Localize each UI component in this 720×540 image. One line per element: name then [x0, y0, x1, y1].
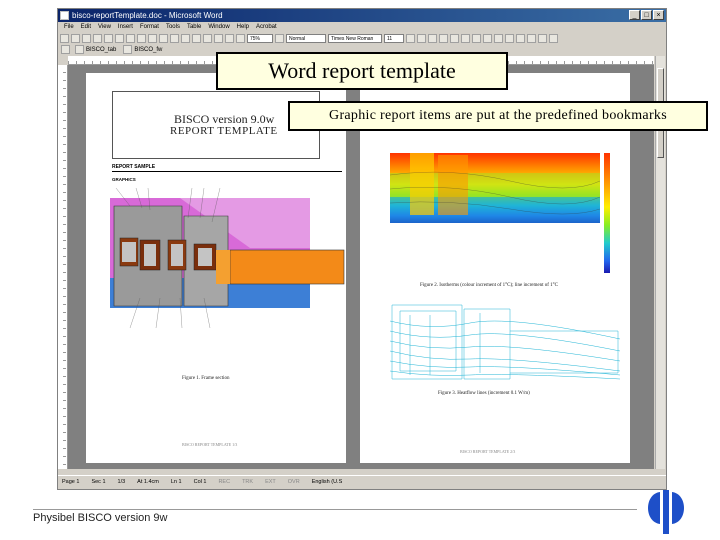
font-select[interactable]: Times New Roman: [328, 33, 382, 43]
isotherm-figure: [390, 153, 610, 273]
help-icon[interactable]: [275, 33, 284, 43]
align-right-icon[interactable]: [461, 33, 470, 43]
graphics-heading: GRAPHICS: [112, 177, 136, 182]
page1-footer: BISCO REPORT TEMPLATE 1/3: [182, 442, 238, 447]
report-title-line2: REPORT TEMPLATE: [170, 125, 278, 137]
heatflow-figure: [390, 301, 620, 385]
bisco-fw-icon: [123, 45, 133, 54]
page-2: Figure 2. Isotherms (colour increment of…: [360, 73, 630, 463]
maximize-icon[interactable]: □: [641, 10, 652, 20]
figure3-caption: Figure 3. Heatflow lines (increment 0.1 …: [438, 391, 530, 396]
table-icon[interactable]: [192, 33, 201, 43]
border-icon[interactable]: [527, 33, 536, 43]
menu-format[interactable]: Format: [140, 22, 159, 32]
menu-file[interactable]: File: [64, 22, 74, 32]
status-lang: English (U.S: [311, 479, 343, 485]
heading-rule: [112, 171, 342, 172]
spelling-icon[interactable]: [115, 33, 124, 43]
page-1: BISCO version 9.0w REPORT TEMPLATE REPOR…: [86, 73, 346, 463]
bisco-fw-button[interactable]: BISCO_fw: [121, 45, 164, 54]
status-bar: Page 1 Sec 1 1/3 At 1.4cm Ln 1 Col 1 REC…: [58, 475, 666, 487]
paste-icon[interactable]: [148, 33, 157, 43]
drawing-icon[interactable]: [225, 33, 234, 43]
indent-icon[interactable]: [516, 33, 525, 43]
menu-window[interactable]: Window: [208, 22, 229, 32]
new-icon[interactable]: [60, 33, 69, 43]
menu-insert[interactable]: Insert: [118, 22, 133, 32]
copy-icon[interactable]: [137, 33, 146, 43]
highlight-icon[interactable]: [538, 33, 547, 43]
status-ovr[interactable]: OVR: [288, 476, 300, 487]
menu-help[interactable]: Help: [237, 22, 249, 32]
style-select[interactable]: Normal: [286, 33, 326, 43]
align-center-icon[interactable]: [450, 33, 459, 43]
slide-footer: Physibel BISCO version 9w: [33, 512, 168, 524]
show-hide-icon[interactable]: [236, 33, 245, 43]
minimize-icon[interactable]: _: [629, 10, 640, 20]
menu-acrobat[interactable]: Acrobat: [256, 22, 277, 32]
print-icon[interactable]: [93, 33, 102, 43]
report-sample-heading: REPORT SAMPLE: [112, 164, 156, 170]
menu-bar: File Edit View Insert Format Tools Table…: [58, 22, 666, 32]
close-icon[interactable]: ×: [653, 10, 664, 20]
window-title: bisco-reportTemplate.doc - Microsoft Wor…: [72, 11, 223, 20]
status-ln: Ln 1: [170, 479, 182, 485]
callout-title: Word report template: [216, 52, 508, 90]
page2-footer: BISCO REPORT TEMPLATE 2/3: [460, 449, 516, 454]
bisco-tab-icon: [75, 45, 84, 54]
preview-icon[interactable]: [104, 33, 113, 43]
save-icon[interactable]: [82, 33, 91, 43]
status-trk[interactable]: TRK: [242, 476, 253, 487]
menu-edit[interactable]: Edit: [81, 22, 91, 32]
grid-icon[interactable]: [61, 45, 70, 54]
underline-icon[interactable]: [428, 33, 437, 43]
callout-subtitle: Graphic report items are put at the pred…: [288, 101, 708, 131]
figure2-caption: Figure 2. Isotherms (colour increment of…: [420, 283, 558, 288]
numbering-icon[interactable]: [483, 33, 492, 43]
outdent-icon[interactable]: [505, 33, 514, 43]
vertical-ruler[interactable]: [58, 65, 68, 469]
frame-section-figure: [110, 188, 345, 329]
redo-icon[interactable]: [170, 33, 179, 43]
bullets-icon[interactable]: [494, 33, 503, 43]
status-page: Page 1: [62, 479, 80, 485]
cut-icon[interactable]: [126, 33, 135, 43]
status-sec: Sec 1: [91, 479, 106, 485]
status-ext[interactable]: EXT: [265, 476, 276, 487]
justify-icon[interactable]: [472, 33, 481, 43]
title-bar: bisco-reportTemplate.doc - Microsoft Wor…: [58, 9, 666, 22]
italic-icon[interactable]: [417, 33, 426, 43]
physibel-logo: [648, 490, 684, 534]
hyperlink-icon[interactable]: [181, 33, 190, 43]
app-icon: [60, 11, 69, 20]
status-col: Col 1: [193, 479, 207, 485]
zoom-select[interactable]: 75%: [247, 33, 273, 43]
footer-rule: [33, 509, 637, 510]
align-left-icon[interactable]: [439, 33, 448, 43]
status-rec[interactable]: REC: [218, 476, 230, 487]
standard-toolbar: 75% Normal Times New Roman 11: [58, 32, 666, 44]
undo-icon[interactable]: [159, 33, 168, 43]
menu-view[interactable]: View: [98, 22, 111, 32]
excel-icon[interactable]: [203, 33, 212, 43]
figure1-caption: Figure 1. Frame section: [182, 376, 230, 381]
menu-tools[interactable]: Tools: [166, 22, 180, 32]
bold-icon[interactable]: [406, 33, 415, 43]
menu-table[interactable]: Table: [187, 22, 201, 32]
size-select[interactable]: 11: [384, 33, 404, 43]
font-color-icon[interactable]: [549, 33, 558, 43]
columns-icon[interactable]: [214, 33, 223, 43]
bisco-tab-button[interactable]: BISCO_tab: [73, 45, 118, 54]
status-pages: 1/3: [117, 479, 126, 485]
open-icon[interactable]: [71, 33, 80, 43]
status-at: At 1.4cm: [137, 479, 159, 485]
